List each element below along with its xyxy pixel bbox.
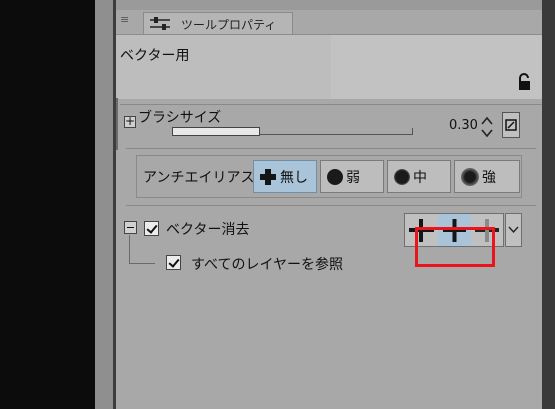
divider — [120, 104, 542, 105]
annotation-highlight-box — [415, 227, 495, 267]
hamburger-icon[interactable]: ≡ — [120, 14, 132, 26]
chevron-down-icon — [508, 226, 519, 234]
tab-label: ツールプロパティ — [181, 18, 277, 32]
collapse-icon[interactable] — [124, 221, 137, 234]
pressure-icon[interactable] — [502, 112, 520, 138]
vector-erase-label: ベクター消去 — [166, 222, 250, 238]
divider — [126, 205, 536, 206]
subtool-preview: ベクター用 — [116, 34, 542, 99]
brush-size-label: ブラシサイズ — [138, 110, 222, 126]
scroll-gutter — [95, 0, 113, 409]
aa-medium-icon — [394, 168, 410, 185]
tool-property-panel: ≡ ツールプロパティ ベクター用 + ブラシサイズ 0.30 アンチエイリアス … — [116, 0, 542, 409]
canvas-area — [0, 0, 95, 409]
sliders-icon — [150, 17, 170, 30]
spinner-icon[interactable] — [480, 113, 494, 141]
right-border — [542, 0, 555, 409]
aa-option-label: 無し — [280, 169, 308, 186]
reference-all-layers-checkbox[interactable] — [166, 255, 181, 270]
aa-option-label: 弱 — [346, 169, 360, 186]
vector-erase-checkbox[interactable] — [144, 221, 159, 236]
reference-all-layers-label: すべてのレイヤーを参照 — [191, 257, 344, 273]
aa-option-medium[interactable]: 中 — [387, 160, 451, 193]
brush-size-value[interactable]: 0.30 — [449, 118, 478, 133]
expand-icon[interactable]: + — [124, 115, 136, 128]
anti-aliasing-label: アンチエイリアス — [143, 170, 255, 186]
brush-size-slider[interactable] — [172, 127, 260, 136]
tree-line — [129, 235, 130, 263]
subtool-name: ベクター用 — [120, 48, 190, 64]
aa-strong-icon — [461, 167, 479, 186]
aa-option-none[interactable]: 無し — [253, 160, 317, 193]
panel-header-band — [116, 0, 542, 10]
aa-option-label: 中 — [413, 169, 427, 186]
indent-marker — [116, 98, 118, 150]
brush-size-track[interactable] — [260, 134, 412, 135]
erase-mode-dropdown[interactable] — [505, 213, 522, 247]
lock-icon[interactable] — [516, 73, 532, 91]
aa-option-label: 強 — [482, 169, 496, 186]
divider — [126, 148, 536, 149]
aa-option-weak[interactable]: 弱 — [320, 160, 384, 193]
slider-end-tick — [412, 128, 413, 135]
tab-tool-property[interactable]: ツールプロパティ — [143, 12, 293, 34]
aa-weak-icon — [327, 168, 343, 185]
aa-option-strong[interactable]: 強 — [454, 160, 520, 193]
aa-none-icon — [260, 168, 276, 185]
tree-line — [129, 263, 155, 264]
anti-aliasing-row: アンチエイリアス 無し 弱 中 強 — [136, 155, 522, 198]
